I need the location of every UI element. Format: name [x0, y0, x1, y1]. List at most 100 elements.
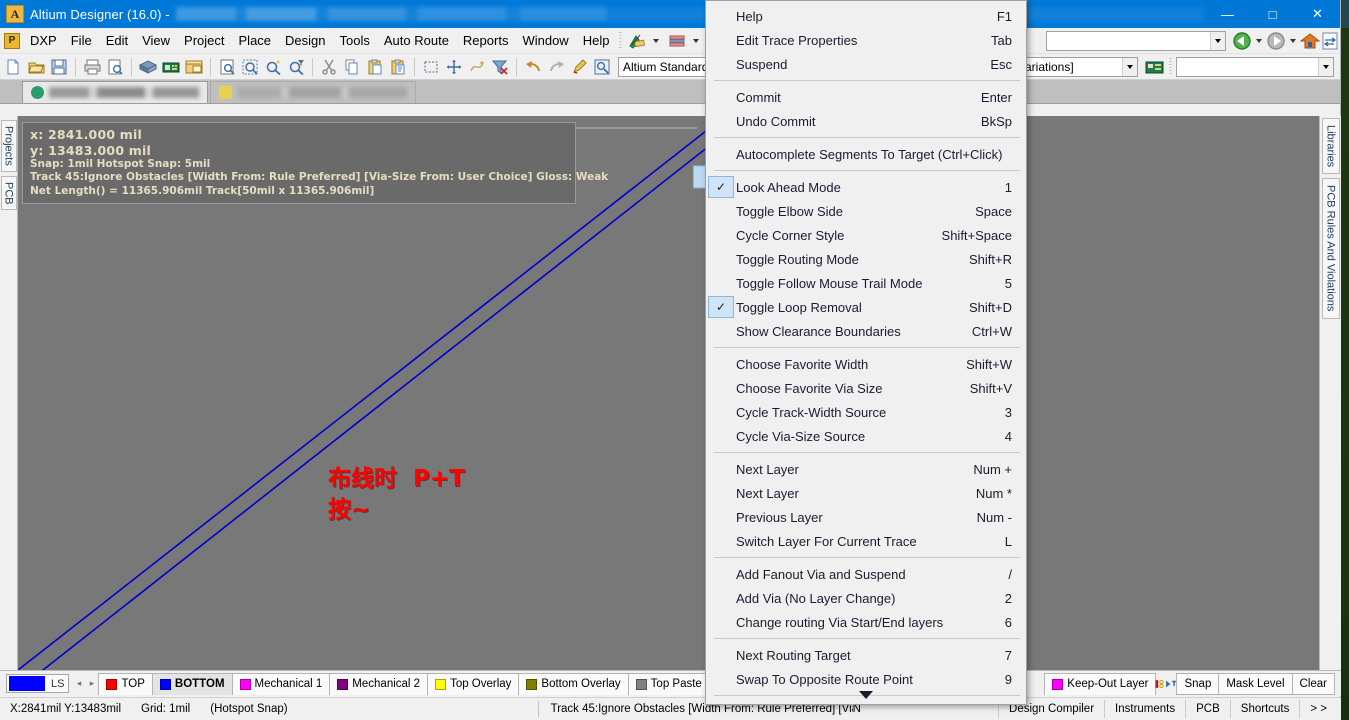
menu-auto-route[interactable]: Auto Route — [377, 30, 456, 51]
paste-special-icon[interactable] — [387, 57, 409, 77]
menu-item-toggle-loop-removal[interactable]: ✓Toggle Loop RemovalShift+D — [706, 295, 1026, 319]
snap-button[interactable]: Snap — [1176, 673, 1219, 695]
layer-tab-top-overlay[interactable]: Top Overlay — [427, 673, 519, 695]
menu-help[interactable]: Help — [576, 30, 617, 51]
menu-item-commit[interactable]: CommitEnter — [706, 85, 1026, 109]
cross-probe-icon[interactable] — [466, 57, 488, 77]
maximize-button[interactable]: □ — [1250, 0, 1295, 28]
pcb-3d-icon[interactable] — [137, 57, 159, 77]
select-area-icon[interactable] — [420, 57, 442, 77]
zoom-area-icon[interactable] — [239, 57, 261, 77]
layer-tab-keep-out-layer[interactable]: Keep-Out Layer — [1044, 673, 1156, 695]
pcb-canvas[interactable]: x: 2841.000 mil y: 13483.000 mil Snap: 1… — [18, 116, 1319, 670]
document-tab-active[interactable] — [22, 81, 208, 103]
chevron-down-icon[interactable] — [1256, 39, 1262, 43]
pcb-board-small-icon[interactable] — [1143, 57, 1165, 77]
menu-item-cycle-via-size-source[interactable]: Cycle Via-Size Source4 — [706, 424, 1026, 448]
menu-item-switch-layer-for-current-trace[interactable]: Switch Layer For Current TraceL — [706, 529, 1026, 553]
clear-button[interactable]: Clear — [1292, 673, 1335, 695]
paste-icon[interactable] — [364, 57, 386, 77]
layer-tab-mechanical-2[interactable]: Mechanical 2 — [329, 673, 428, 695]
move-icon[interactable] — [443, 57, 465, 77]
menu-item-next-layer[interactable]: Next LayerNum + — [706, 457, 1026, 481]
mask-level-button[interactable]: Mask Level — [1218, 673, 1292, 695]
menu-item-cycle-track-width-source[interactable]: Cycle Track-Width Source3 — [706, 400, 1026, 424]
sidebar-tab-pcb[interactable]: PCB — [1, 176, 17, 211]
menu-file[interactable]: File — [64, 30, 99, 51]
pcb-library-icon[interactable] — [183, 57, 205, 77]
toolbar-grip[interactable] — [1169, 58, 1172, 76]
layer-tab-bottom[interactable]: BOTTOM — [152, 673, 233, 695]
highlight-icon[interactable] — [568, 57, 590, 77]
split-document-icon[interactable] — [1320, 32, 1340, 50]
menu-design[interactable]: Design — [278, 30, 332, 51]
chevron-down-icon[interactable] — [1210, 32, 1225, 50]
minimize-button[interactable]: — — [1205, 0, 1250, 28]
clear-filter-icon[interactable] — [489, 57, 511, 77]
pcb-panel-button[interactable]: PCB — [1186, 700, 1230, 718]
menu-reports[interactable]: Reports — [456, 30, 516, 51]
menu-item-show-clearance-boundaries[interactable]: Show Clearance BoundariesCtrl+W — [706, 319, 1026, 343]
chevron-down-icon[interactable] — [1122, 58, 1137, 76]
menu-item-toggle-routing-mode[interactable]: Toggle Routing ModeShift+R — [706, 247, 1026, 271]
menu-project[interactable]: Project — [177, 30, 231, 51]
menu-item-suspend[interactable]: SuspendEsc — [706, 52, 1026, 76]
layer-scroll-left-icon[interactable]: ◂ — [72, 674, 85, 693]
copy-icon[interactable] — [341, 57, 363, 77]
ruler-measure-icon[interactable] — [627, 32, 647, 50]
more-panels-button[interactable]: > > — [1300, 700, 1337, 718]
layer-scroll-right-icon[interactable]: ▸ — [85, 674, 98, 693]
menu-item-help[interactable]: HelpF1 — [706, 4, 1026, 28]
toolbar-right-combo[interactable] — [1176, 57, 1334, 77]
menu-item-add-via-no-layer-change[interactable]: Add Via (No Layer Change)2 — [706, 586, 1026, 610]
zoom-filter-icon[interactable] — [285, 57, 307, 77]
undo-icon[interactable] — [522, 57, 544, 77]
layer-tab-mechanical-1[interactable]: Mechanical 1 — [232, 673, 331, 695]
menu-item-cycle-corner-style[interactable]: Cycle Corner StyleShift+Space — [706, 223, 1026, 247]
menu-place[interactable]: Place — [232, 30, 279, 51]
zoom-in-icon[interactable] — [262, 57, 284, 77]
menu-item-next-layer[interactable]: Next LayerNum * — [706, 481, 1026, 505]
chevron-down-icon[interactable] — [1290, 39, 1296, 43]
zoom-document-icon[interactable] — [216, 57, 238, 77]
menu-scroll-down-button[interactable] — [706, 686, 1026, 704]
layer-tab-bottom-overlay[interactable]: Bottom Overlay — [518, 673, 628, 695]
menu-dxp[interactable]: DXP — [23, 30, 64, 51]
panel-tab-libraries[interactable]: Libraries — [1322, 118, 1340, 174]
home-icon[interactable] — [1300, 32, 1320, 50]
close-button[interactable]: ✕ — [1295, 0, 1340, 28]
print-icon[interactable] — [81, 57, 103, 77]
menu-item-autocomplete-segments-to-target-ctrl-click[interactable]: Autocomplete Segments To Target (Ctrl+Cl… — [706, 142, 1026, 166]
sidebar-tab-projects[interactable]: Projects — [1, 120, 17, 172]
menu-edit[interactable]: Edit — [99, 30, 135, 51]
layer-tab-top-paste[interactable]: Top Paste — [628, 673, 710, 695]
menu-item-undo-commit[interactable]: Undo CommitBkSp — [706, 109, 1026, 133]
save-icon[interactable] — [48, 57, 70, 77]
layer-stack-icon[interactable] — [667, 32, 687, 50]
pcb-board-icon[interactable] — [160, 57, 182, 77]
menu-item-edit-trace-properties[interactable]: Edit Trace PropertiesTab — [706, 28, 1026, 52]
browse-icon[interactable] — [591, 57, 613, 77]
open-folder-icon[interactable] — [25, 57, 47, 77]
cut-icon[interactable] — [318, 57, 340, 77]
panel-tab-pcb-rules-and-violations[interactable]: PCB Rules And Violations — [1322, 178, 1340, 318]
menu-item-choose-favorite-via-size[interactable]: Choose Favorite Via SizeShift+V — [706, 376, 1026, 400]
layer-set-selector[interactable]: LS — [6, 674, 69, 693]
menu-item-look-ahead-mode[interactable]: ✓Look Ahead Mode1 — [706, 175, 1026, 199]
document-tab-second[interactable] — [210, 81, 416, 103]
layer-tab-top[interactable]: TOP — [98, 673, 152, 695]
chevron-down-icon[interactable] — [1318, 58, 1333, 76]
menu-item-change-routing-via-start-end-layers[interactable]: Change routing Via Start/End layers6 — [706, 610, 1026, 634]
variations-combo[interactable]: ariations] — [1020, 57, 1138, 77]
menu-item-previous-layer[interactable]: Previous LayerNum - — [706, 505, 1026, 529]
instruments-button[interactable]: Instruments — [1105, 700, 1185, 718]
back-navigate-icon[interactable] — [1232, 32, 1252, 50]
menu-item-toggle-elbow-side[interactable]: Toggle Elbow SideSpace — [706, 199, 1026, 223]
menu-item-choose-favorite-width[interactable]: Choose Favorite WidthShift+W — [706, 352, 1026, 376]
layer-visibility-icons[interactable] — [1155, 674, 1177, 694]
redo-icon[interactable] — [545, 57, 567, 77]
menu-window[interactable]: Window — [515, 30, 575, 51]
menu-tools[interactable]: Tools — [333, 30, 377, 51]
chevron-down-icon[interactable] — [693, 39, 699, 43]
shortcuts-button[interactable]: Shortcuts — [1231, 700, 1300, 718]
